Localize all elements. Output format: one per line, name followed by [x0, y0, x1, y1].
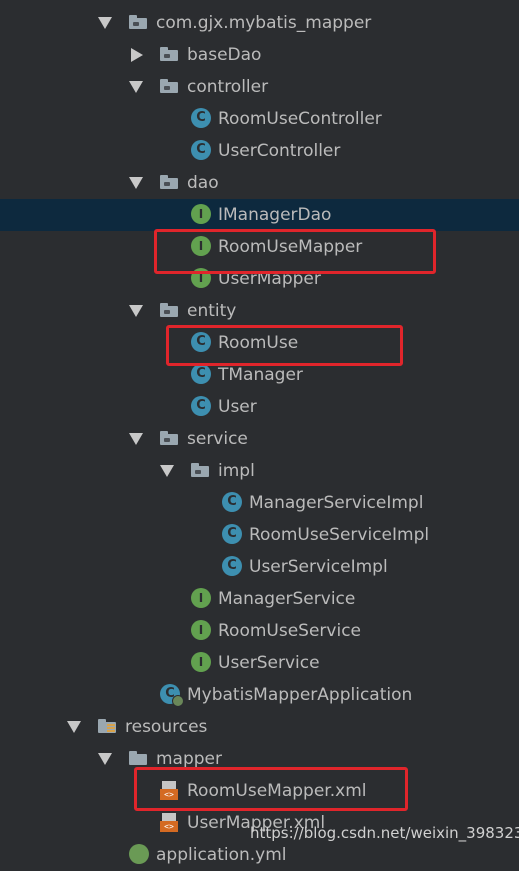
package-folder-icon: [160, 175, 178, 189]
triangle-down-icon[interactable]: [98, 753, 112, 765]
triangle-down-icon[interactable]: [129, 433, 143, 445]
class-c-icon: C: [222, 492, 242, 512]
tree-item-dao[interactable]: dao: [0, 167, 519, 199]
tree-item-usermapper[interactable]: I UserMapper: [0, 263, 519, 295]
tree-item-mybatismapperapplication[interactable]: C MybatisMapperApplication: [0, 679, 519, 711]
tree-item-label: impl: [218, 461, 255, 481]
tree-item-label: RoomUseService: [218, 621, 361, 641]
tree-item-roomusecontroller[interactable]: C RoomUseController: [0, 103, 519, 135]
package-folder-icon: [129, 15, 147, 29]
package-folder-icon: [160, 47, 178, 61]
package-folder-icon: [160, 431, 178, 445]
tree-item-managerservice[interactable]: I ManagerService: [0, 583, 519, 615]
triangle-down-icon[interactable]: [129, 305, 143, 317]
triangle-down-icon[interactable]: [67, 721, 81, 733]
triangle-down-icon[interactable]: [98, 17, 112, 29]
triangle-down-icon[interactable]: [129, 177, 143, 189]
tree-item-label: application.yml: [156, 845, 287, 865]
interface-i-icon: I: [191, 588, 211, 608]
tree-item-impl[interactable]: impl: [0, 455, 519, 487]
tree-item-label: ManagerServiceImpl: [249, 493, 424, 513]
class-c-icon: C: [191, 396, 211, 416]
tree-item-managerserviceimpl[interactable]: C ManagerServiceImpl: [0, 487, 519, 519]
interface-i-icon: I: [191, 652, 211, 672]
tree-item-label: MybatisMapperApplication: [187, 685, 413, 705]
spring-boot-class-icon: C: [160, 684, 184, 707]
interface-i-icon: I: [191, 204, 211, 224]
tree-item-label: UserMapper: [218, 269, 321, 289]
tree-item-label: resources: [125, 717, 208, 737]
tree-item-mapper[interactable]: mapper: [0, 743, 519, 775]
tree-item-label: service: [187, 429, 248, 449]
watermark-text: https://blog.csdn.net/weixin_39832308: [250, 824, 519, 842]
tree-item-label: IManagerDao: [218, 205, 332, 225]
tree-item-imanagerdao[interactable]: I IManagerDao: [0, 199, 519, 231]
triangle-down-icon[interactable]: [160, 465, 174, 477]
tree-item-roomusemapper[interactable]: I RoomUseMapper: [0, 231, 519, 263]
tree-item-application-yml[interactable]: application.yml: [0, 839, 519, 871]
xml-file-icon: <>: [160, 813, 178, 833]
tree-item-userservice[interactable]: I UserService: [0, 647, 519, 679]
class-c-icon: C: [191, 108, 211, 128]
tree-item-label: baseDao: [187, 45, 262, 65]
interface-i-icon: I: [191, 620, 211, 640]
package-folder-icon: [160, 303, 178, 317]
tree-item-package-root[interactable]: com.gjx.mybatis_mapper: [0, 7, 519, 39]
tree-item-label: dao: [187, 173, 219, 193]
tree-item-userserviceimpl[interactable]: C UserServiceImpl: [0, 551, 519, 583]
resources-folder-icon: [98, 719, 116, 733]
yml-file-icon: [129, 844, 149, 864]
tree-item-controller[interactable]: controller: [0, 71, 519, 103]
tree-item-label: RoomUseMapper.xml: [187, 781, 367, 801]
class-c-icon: C: [222, 556, 242, 576]
xml-file-icon: <>: [160, 781, 178, 801]
package-folder-icon: [160, 79, 178, 93]
folder-icon: [129, 751, 147, 765]
project-tree: com.gjx.mybatis_mapper baseDao controlle…: [0, 0, 519, 865]
tree-item-label: com.gjx.mybatis_mapper: [156, 13, 372, 33]
tree-item-label: UserService: [218, 653, 320, 673]
tree-item-label: controller: [187, 77, 269, 97]
tree-item-roomuse[interactable]: C RoomUse: [0, 327, 519, 359]
tree-item-service[interactable]: service: [0, 423, 519, 455]
tree-item-roomuseserviceimpl[interactable]: C RoomUseServiceImpl: [0, 519, 519, 551]
triangle-down-icon[interactable]: [129, 81, 143, 93]
class-c-icon: C: [222, 524, 242, 544]
tree-item-roomusemapper-xml[interactable]: <> RoomUseMapper.xml: [0, 775, 519, 807]
tree-item-tmanager[interactable]: C TManager: [0, 359, 519, 391]
class-c-icon: C: [191, 140, 211, 160]
tree-item-label: ManagerService: [218, 589, 356, 609]
interface-i-icon: I: [191, 236, 211, 256]
triangle-right-icon[interactable]: [131, 48, 143, 62]
tree-item-label: RoomUse: [218, 333, 299, 353]
tree-item-label: RoomUseController: [218, 109, 382, 129]
tree-item-label: TManager: [218, 365, 303, 385]
tree-item-label: User: [218, 397, 257, 417]
tree-item-resources[interactable]: resources: [0, 711, 519, 743]
package-folder-icon: [191, 463, 209, 477]
interface-i-icon: I: [191, 268, 211, 288]
tree-item-user[interactable]: C User: [0, 391, 519, 423]
tree-item-basedao[interactable]: baseDao: [0, 39, 519, 71]
tree-item-label: mapper: [156, 749, 223, 769]
class-c-icon: C: [191, 364, 211, 384]
tree-item-label: UserServiceImpl: [249, 557, 388, 577]
tree-item-roomuseservice[interactable]: I RoomUseService: [0, 615, 519, 647]
tree-item-label: entity: [187, 301, 237, 321]
tree-item-label: RoomUseServiceImpl: [249, 525, 430, 545]
tree-item-usercontroller[interactable]: C UserController: [0, 135, 519, 167]
tree-item-label: UserController: [218, 141, 341, 161]
class-c-icon: C: [191, 332, 211, 352]
tree-item-entity[interactable]: entity: [0, 295, 519, 327]
tree-item-label: RoomUseMapper: [218, 237, 363, 257]
